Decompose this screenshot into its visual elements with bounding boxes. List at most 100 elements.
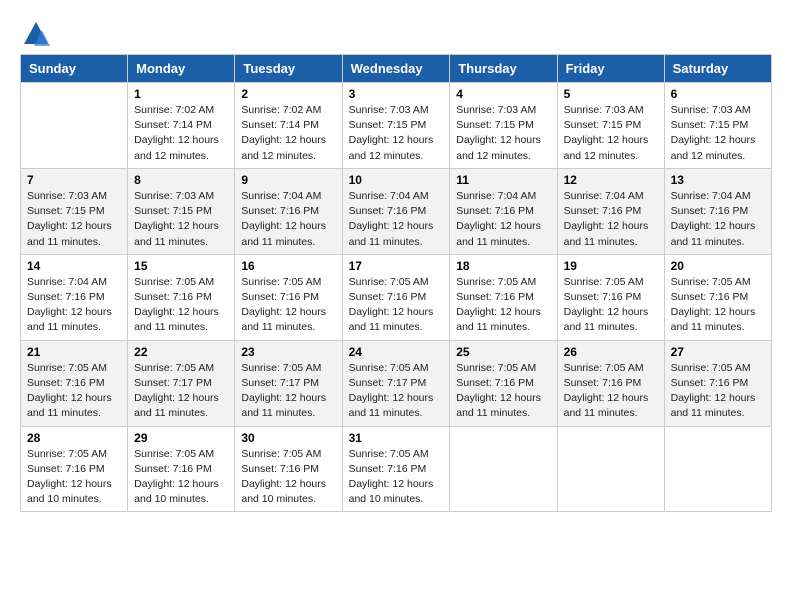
- day-number: 8: [134, 173, 228, 187]
- day-number: 18: [456, 259, 550, 273]
- calendar-cell: 10 Sunrise: 7:04 AMSunset: 7:16 PMDayligh…: [342, 168, 450, 254]
- page-header: [20, 20, 772, 44]
- calendar-cell: 12 Sunrise: 7:04 AMSunset: 7:16 PMDayligh…: [557, 168, 664, 254]
- day-number: 5: [564, 87, 658, 101]
- calendar-cell: 31 Sunrise: 7:05 AMSunset: 7:16 PMDayligh…: [342, 426, 450, 512]
- calendar-cell: 7Sunrise: 7:03 AMSunset: 7:15 PMDaylight…: [21, 168, 128, 254]
- day-info: Sunrise: 7:03 AMSunset: 7:15 PMDaylight:…: [564, 103, 658, 164]
- day-number: 9: [241, 173, 335, 187]
- day-number: 15: [134, 259, 228, 273]
- day-info: Sunrise: 7:03 AMSunset: 7:15 PMDaylight:…: [671, 103, 765, 164]
- calendar-cell: [557, 426, 664, 512]
- day-info: Sunrise: 7:05 AMSunset: 7:16 PMDaylight:…: [671, 275, 765, 336]
- calendar-cell: 8 Sunrise: 7:03 AMSunset: 7:15 PMDaylight…: [128, 168, 235, 254]
- calendar-cell: 16 Sunrise: 7:05 AMSunset: 7:16 PMDayligh…: [235, 254, 342, 340]
- day-info: Sunrise: 7:03 AMSunset: 7:15 PMDaylight:…: [134, 189, 228, 250]
- day-number: 29: [134, 431, 228, 445]
- calendar-cell: [450, 426, 557, 512]
- day-info: Sunrise: 7:04 AMSunset: 7:16 PMDaylight:…: [349, 189, 444, 250]
- day-info: Sunrise: 7:04 AMSunset: 7:16 PMDaylight:…: [456, 189, 550, 250]
- calendar-cell: 26 Sunrise: 7:05 AMSunset: 7:16 PMDayligh…: [557, 340, 664, 426]
- day-info: Sunrise: 7:05 AMSunset: 7:16 PMDaylight:…: [671, 361, 765, 422]
- day-number: 26: [564, 345, 658, 359]
- calendar-cell: 28 Sunrise: 7:05 AMSunset: 7:16 PMDayligh…: [21, 426, 128, 512]
- day-info: Sunrise: 7:05 AMSunset: 7:16 PMDaylight:…: [27, 447, 121, 508]
- day-info: Sunrise: 7:04 AMSunset: 7:16 PMDaylight:…: [671, 189, 765, 250]
- day-number: 20: [671, 259, 765, 273]
- day-info: Sunrise: 7:05 AMSunset: 7:16 PMDaylight:…: [456, 275, 550, 336]
- calendar-cell: 13 Sunrise: 7:04 AMSunset: 7:16 PMDayligh…: [664, 168, 771, 254]
- calendar-cell: 5 Sunrise: 7:03 AMSunset: 7:15 PMDaylight…: [557, 83, 664, 169]
- calendar-cell: 6 Sunrise: 7:03 AMSunset: 7:15 PMDaylight…: [664, 83, 771, 169]
- column-header-sunday: Sunday: [21, 55, 128, 83]
- calendar-week-row: 1 Sunrise: 7:02 AMSunset: 7:14 PMDaylight…: [21, 83, 772, 169]
- day-info: Sunrise: 7:05 AMSunset: 7:16 PMDaylight:…: [349, 275, 444, 336]
- calendar-body: 1 Sunrise: 7:02 AMSunset: 7:14 PMDaylight…: [21, 83, 772, 512]
- day-number: 12: [564, 173, 658, 187]
- calendar-cell: 14 Sunrise: 7:04 AMSunset: 7:16 PMDayligh…: [21, 254, 128, 340]
- day-number: 14: [27, 259, 121, 273]
- day-info: Sunrise: 7:03 AMSunset: 7:15 PMDaylight:…: [456, 103, 550, 164]
- day-info: Sunrise: 7:05 AMSunset: 7:17 PMDaylight:…: [134, 361, 228, 422]
- calendar-cell: 25 Sunrise: 7:05 AMSunset: 7:16 PMDayligh…: [450, 340, 557, 426]
- calendar-cell: 24Sunrise: 7:05 AMSunset: 7:17 PMDayligh…: [342, 340, 450, 426]
- day-info: Sunrise: 7:04 AMSunset: 7:16 PMDaylight:…: [241, 189, 335, 250]
- calendar-cell: 9 Sunrise: 7:04 AMSunset: 7:16 PMDaylight…: [235, 168, 342, 254]
- logo: [20, 20, 50, 44]
- calendar-week-row: 28 Sunrise: 7:05 AMSunset: 7:16 PMDayligh…: [21, 426, 772, 512]
- calendar-cell: 1Sunrise: 7:02 AMSunset: 7:14 PMDaylight…: [128, 83, 235, 169]
- day-number: 24: [349, 345, 444, 359]
- calendar-cell: 21Sunrise: 7:05 AMSunset: 7:16 PMDayligh…: [21, 340, 128, 426]
- day-number: 4: [456, 87, 550, 101]
- day-number: 27: [671, 345, 765, 359]
- day-info: Sunrise: 7:02 AMSunset: 7:14 PMDaylight:…: [241, 103, 335, 164]
- day-info: Sunrise: 7:05 AMSunset: 7:16 PMDaylight:…: [134, 447, 228, 508]
- day-number: 19: [564, 259, 658, 273]
- day-number: 10: [349, 173, 444, 187]
- day-number: 28: [27, 431, 121, 445]
- day-info: Sunrise: 7:05 AMSunset: 7:16 PMDaylight:…: [241, 447, 335, 508]
- day-info: Sunrise: 7:05 AMSunset: 7:16 PMDaylight:…: [456, 361, 550, 422]
- day-number: 25: [456, 345, 550, 359]
- calendar-table: SundayMondayTuesdayWednesdayThursdayFrid…: [20, 54, 772, 512]
- day-info: Sunrise: 7:04 AMSunset: 7:16 PMDaylight:…: [564, 189, 658, 250]
- day-number: 23: [241, 345, 335, 359]
- calendar-cell: 17 Sunrise: 7:05 AMSunset: 7:16 PMDayligh…: [342, 254, 450, 340]
- column-header-wednesday: Wednesday: [342, 55, 450, 83]
- day-number: 1: [134, 87, 228, 101]
- day-info: Sunrise: 7:05 AMSunset: 7:16 PMDaylight:…: [349, 447, 444, 508]
- day-number: 11: [456, 173, 550, 187]
- day-info: Sunrise: 7:05 AMSunset: 7:16 PMDaylight:…: [241, 275, 335, 336]
- day-number: 2: [241, 87, 335, 101]
- calendar-cell: 15 Sunrise: 7:05 AMSunset: 7:16 PMDayligh…: [128, 254, 235, 340]
- day-number: 16: [241, 259, 335, 273]
- day-info: Sunrise: 7:05 AMSunset: 7:16 PMDaylight:…: [134, 275, 228, 336]
- calendar-cell: [664, 426, 771, 512]
- logo-icon: [22, 20, 50, 48]
- column-header-monday: Monday: [128, 55, 235, 83]
- day-number: 13: [671, 173, 765, 187]
- calendar-week-row: 21Sunrise: 7:05 AMSunset: 7:16 PMDayligh…: [21, 340, 772, 426]
- calendar-header-row: SundayMondayTuesdayWednesdayThursdayFrid…: [21, 55, 772, 83]
- day-number: 7: [27, 173, 121, 187]
- calendar-cell: 18 Sunrise: 7:05 AMSunset: 7:16 PMDayligh…: [450, 254, 557, 340]
- day-number: 30: [241, 431, 335, 445]
- column-header-saturday: Saturday: [664, 55, 771, 83]
- day-info: Sunrise: 7:05 AMSunset: 7:17 PMDaylight:…: [241, 361, 335, 422]
- day-number: 3: [349, 87, 444, 101]
- day-number: 6: [671, 87, 765, 101]
- calendar-cell: 4 Sunrise: 7:03 AMSunset: 7:15 PMDaylight…: [450, 83, 557, 169]
- column-header-tuesday: Tuesday: [235, 55, 342, 83]
- calendar-cell: 11 Sunrise: 7:04 AMSunset: 7:16 PMDayligh…: [450, 168, 557, 254]
- calendar-cell: 27 Sunrise: 7:05 AMSunset: 7:16 PMDayligh…: [664, 340, 771, 426]
- day-number: 31: [349, 431, 444, 445]
- calendar-cell: 22Sunrise: 7:05 AMSunset: 7:17 PMDayligh…: [128, 340, 235, 426]
- day-info: Sunrise: 7:05 AMSunset: 7:16 PMDaylight:…: [564, 361, 658, 422]
- calendar-cell: 3Sunrise: 7:03 AMSunset: 7:15 PMDaylight…: [342, 83, 450, 169]
- calendar-cell: 19 Sunrise: 7:05 AMSunset: 7:16 PMDayligh…: [557, 254, 664, 340]
- day-info: Sunrise: 7:05 AMSunset: 7:16 PMDaylight:…: [564, 275, 658, 336]
- calendar-cell: 20 Sunrise: 7:05 AMSunset: 7:16 PMDayligh…: [664, 254, 771, 340]
- day-info: Sunrise: 7:05 AMSunset: 7:16 PMDaylight:…: [27, 361, 121, 422]
- day-info: Sunrise: 7:04 AMSunset: 7:16 PMDaylight:…: [27, 275, 121, 336]
- day-number: 17: [349, 259, 444, 273]
